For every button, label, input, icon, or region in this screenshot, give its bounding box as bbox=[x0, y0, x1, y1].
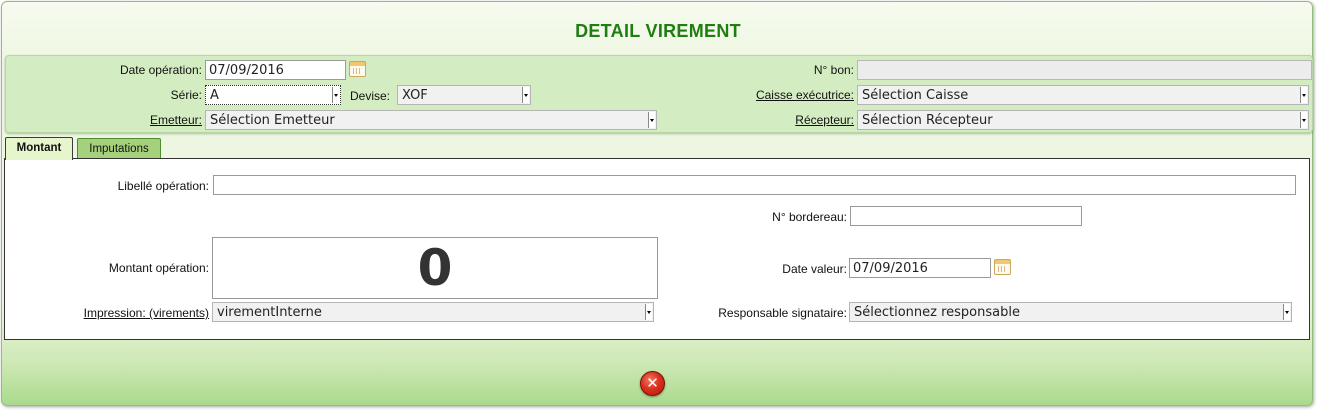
dropdown-arrow-icon[interactable] bbox=[645, 304, 652, 320]
calendar-icon[interactable] bbox=[994, 259, 1011, 275]
devise-value: XOF bbox=[402, 88, 428, 103]
responsable-signataire-label: Responsable signataire: bbox=[718, 306, 847, 320]
recepteur-select[interactable]: Sélection Récepteur bbox=[857, 110, 1309, 130]
date-operation-label: Date opération: bbox=[119, 63, 202, 77]
impression-value: virementInterne bbox=[217, 305, 322, 320]
libelle-operation-field[interactable] bbox=[213, 175, 1296, 195]
emetteur-value: Sélection Emetteur bbox=[210, 113, 335, 128]
dropdown-arrow-icon[interactable] bbox=[1283, 304, 1290, 320]
caisse-executrice-value: Sélection Caisse bbox=[862, 88, 969, 103]
num-bon-field[interactable] bbox=[857, 60, 1312, 80]
dropdown-arrow-icon[interactable] bbox=[648, 112, 655, 128]
date-operation-field[interactable]: 07/09/2016 bbox=[205, 60, 346, 80]
caisse-executrice-label[interactable]: Caisse exécutrice: bbox=[756, 88, 854, 102]
dropdown-arrow-icon[interactable] bbox=[522, 87, 529, 103]
emetteur-select[interactable]: Sélection Emetteur bbox=[205, 110, 657, 130]
emetteur-label[interactable]: Emetteur: bbox=[150, 113, 202, 127]
num-bordereau-field[interactable] bbox=[850, 206, 1082, 226]
close-icon: ✕ bbox=[646, 374, 659, 392]
tab-montant[interactable]: Montant bbox=[5, 137, 73, 160]
dropdown-arrow-icon[interactable] bbox=[1300, 87, 1307, 103]
libelle-operation-label: Libellé opération: bbox=[117, 179, 209, 193]
serie-select[interactable]: A bbox=[205, 85, 341, 105]
devise-select[interactable]: XOF bbox=[397, 85, 531, 105]
dropdown-arrow-icon[interactable] bbox=[332, 87, 339, 103]
recepteur-value: Sélection Récepteur bbox=[862, 113, 993, 128]
date-valeur-label: Date valeur: bbox=[782, 262, 847, 276]
caisse-executrice-select[interactable]: Sélection Caisse bbox=[857, 85, 1309, 105]
devise-label: Devise: bbox=[350, 89, 391, 103]
impression-label[interactable]: Impression: (virements) bbox=[84, 306, 209, 320]
tab-imputations[interactable]: Imputations bbox=[77, 138, 161, 160]
close-button[interactable]: ✕ bbox=[640, 371, 665, 396]
responsable-signataire-value: Sélectionnez responsable bbox=[854, 305, 1020, 320]
serie-label: Série: bbox=[170, 88, 202, 102]
responsable-signataire-select[interactable]: Sélectionnez responsable bbox=[849, 302, 1292, 322]
date-valeur-field[interactable]: 07/09/2016 bbox=[849, 258, 991, 278]
num-bon-label: N° bon: bbox=[813, 63, 854, 77]
calendar-icon[interactable] bbox=[349, 61, 366, 77]
impression-select[interactable]: virementInterne bbox=[212, 302, 654, 322]
montant-operation-label: Montant opération: bbox=[108, 261, 209, 275]
serie-value: A bbox=[210, 88, 219, 103]
dialog-title: DETAIL VIREMENT bbox=[575, 21, 741, 41]
dropdown-arrow-icon[interactable] bbox=[1300, 112, 1307, 128]
recepteur-label[interactable]: Récepteur: bbox=[795, 113, 854, 127]
montant-operation-field[interactable]: 0 bbox=[212, 237, 658, 299]
num-bordereau-label: N° bordereau: bbox=[772, 210, 847, 224]
